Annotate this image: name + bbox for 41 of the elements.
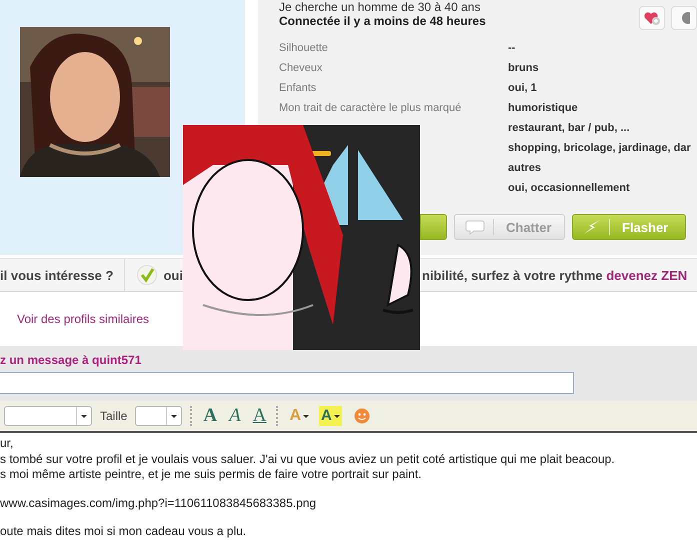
message-line: www.casimages.com/img.php?i=110611083845683385.png	[0, 496, 316, 510]
promo-text: nibilité, surfez à votre rythme devenez ZEN	[422, 268, 688, 282]
lightning-icon	[583, 220, 601, 234]
smiley-icon[interactable]	[354, 408, 370, 424]
bold-button[interactable]: A	[201, 406, 220, 426]
detail-value: restaurant, bar / pub, ...	[508, 121, 631, 135]
promo-link[interactable]: devenez ZEN	[606, 268, 688, 282]
underline-button[interactable]: A	[250, 406, 268, 426]
detail-value: autres	[508, 161, 542, 175]
toolbar-button[interactable]	[671, 6, 697, 30]
size-label: Taille	[100, 409, 128, 423]
size-select[interactable]	[135, 406, 182, 426]
message-line: s moi même artiste peintre, et je me suis permis de faire votre portrait sur paint.	[0, 467, 422, 481]
last-seen-text: Connectée il y a moins de 48 heures	[279, 14, 486, 28]
detail-label: Cheveux	[279, 61, 324, 75]
detail-label: Enfants	[279, 81, 318, 95]
detail-value: shopping, bricolage, jardinage, dar	[508, 141, 692, 155]
detail-value: oui, 1	[508, 81, 538, 95]
message-heading: z un message à quint571	[0, 353, 142, 367]
checkmark-icon[interactable]	[137, 265, 158, 285]
detail-value: humoristique	[508, 101, 579, 115]
detail-label: Silhouette	[279, 41, 329, 55]
highlight-button[interactable]: A	[319, 406, 342, 426]
detail-label: Mon trait de caractère le plus marqué	[279, 101, 462, 115]
subject-field[interactable]	[0, 372, 574, 394]
font-select[interactable]	[4, 406, 92, 426]
italic-button[interactable]: A	[227, 406, 243, 426]
message-line: s tombé sur votre profil et je voulais vous saluer. J'ai vu que vous aviez un petit coté artistique qui me plait beacoup.	[0, 452, 615, 466]
yes-answer[interactable]: oui	[163, 268, 183, 282]
speech-bubble-icon	[465, 220, 485, 234]
heart-plus-icon	[643, 10, 661, 26]
message-line: ur,	[0, 436, 14, 450]
detail-value: bruns	[508, 61, 540, 75]
flash-button[interactable]	[420, 214, 447, 240]
detail-value: --	[508, 41, 516, 55]
interest-question: il vous intéresse ?	[0, 259, 126, 291]
detail-value: oui, occasionnellement	[508, 181, 631, 195]
message-line: oute mais dites moi si mon cadeau vous a plu.	[0, 524, 246, 538]
similar-profiles-link[interactable]: Voir des profils similaires	[17, 312, 150, 326]
add-favorite-button[interactable]	[639, 6, 665, 30]
search-criteria-text: Je cherche un homme de 30 à 40 ans	[279, 0, 482, 14]
